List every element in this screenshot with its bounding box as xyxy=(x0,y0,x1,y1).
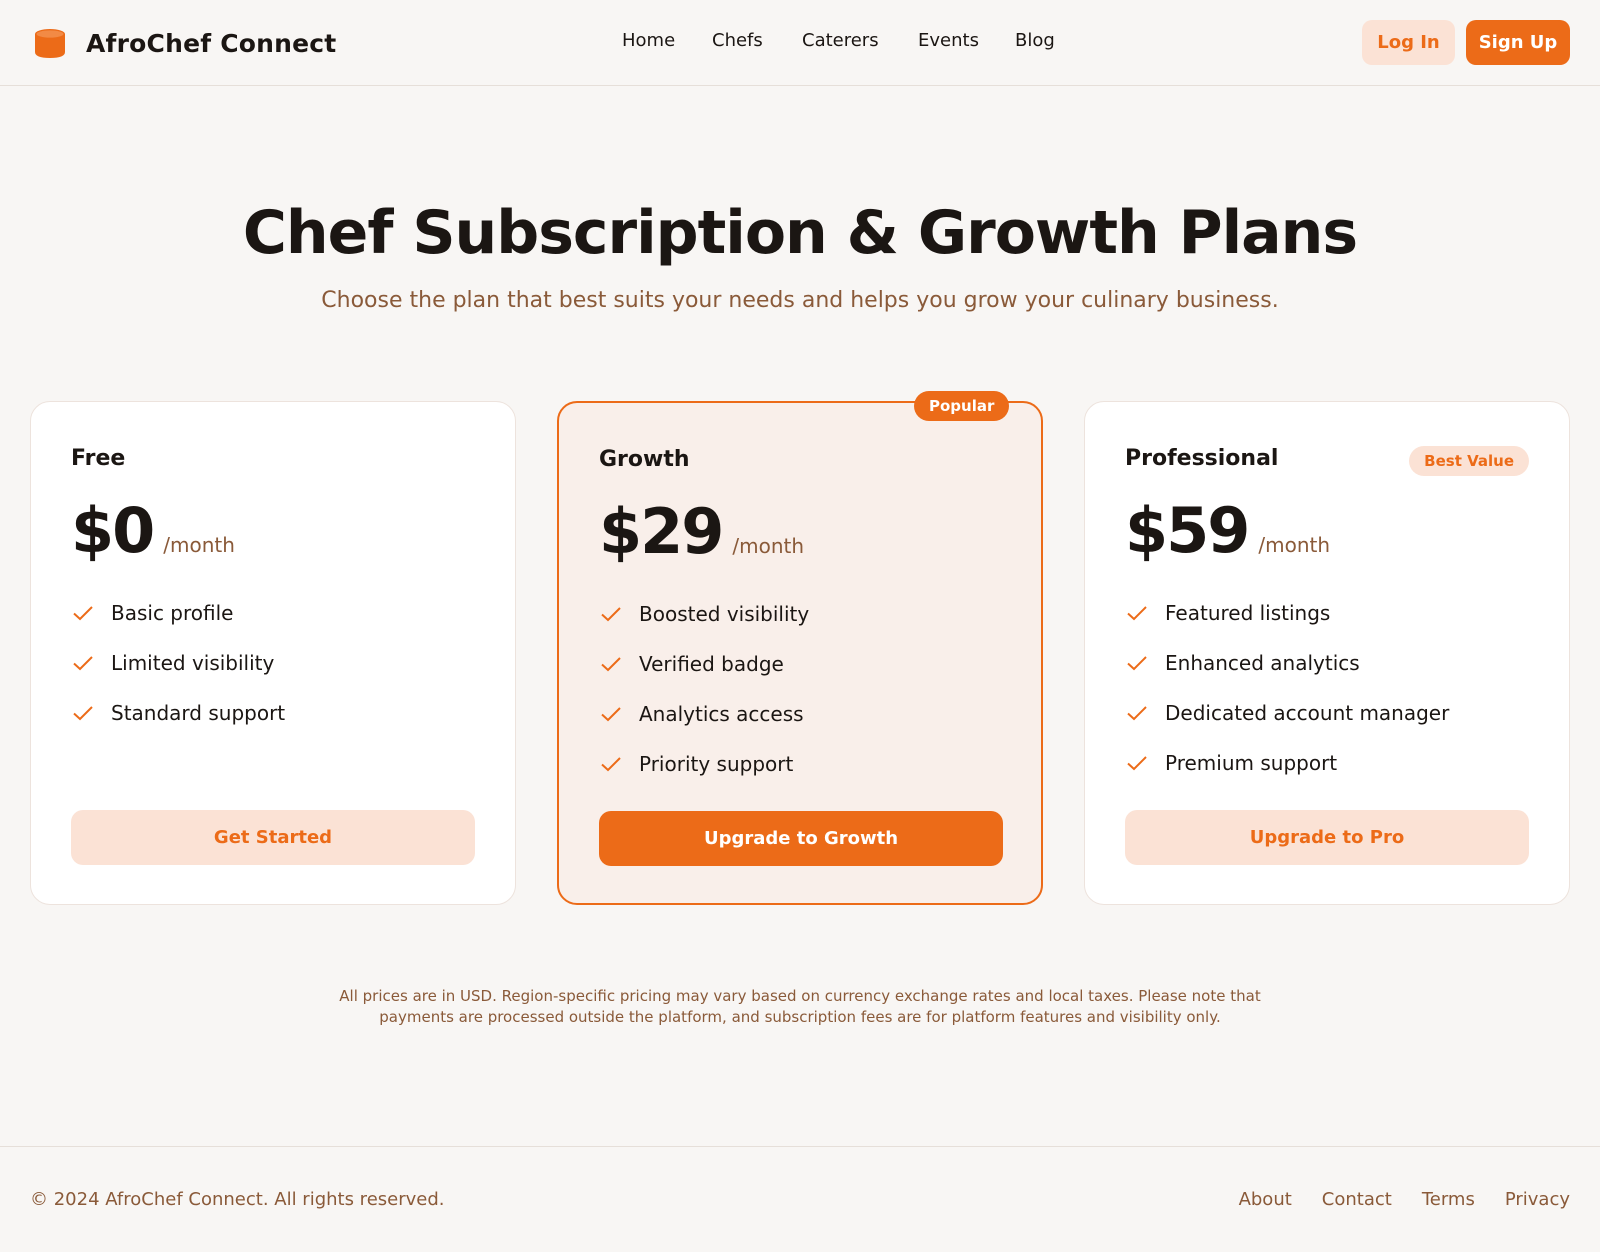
feature-item: Analytics access xyxy=(599,689,809,739)
check-icon xyxy=(1127,656,1147,671)
footer-link-contact[interactable]: Contact xyxy=(1322,1189,1392,1210)
copyright-text: © 2024 AfroChef Connect. All rights rese… xyxy=(30,1189,445,1210)
feature-label: Analytics access xyxy=(639,702,804,726)
feature-list: Featured listings Enhanced analytics Ded… xyxy=(1125,588,1449,788)
check-icon xyxy=(601,707,621,722)
plan-card-professional: Professional Best Value $59 /month Featu… xyxy=(1084,401,1570,905)
page-title: Chef Subscription & Growth Plans xyxy=(242,198,1358,268)
login-button[interactable]: Log In xyxy=(1362,20,1455,65)
check-icon xyxy=(73,656,93,671)
nav-home[interactable]: Home xyxy=(622,30,675,51)
plan-price: $59 xyxy=(1125,494,1250,567)
footer-link-about[interactable]: About xyxy=(1239,1189,1292,1210)
plan-period: /month xyxy=(163,533,235,557)
upgrade-pro-button[interactable]: Upgrade to Pro xyxy=(1125,810,1529,865)
best-value-badge: Best Value xyxy=(1409,446,1529,476)
check-icon xyxy=(601,607,621,622)
feature-item: Limited visibility xyxy=(71,638,285,688)
feature-item: Boosted visibility xyxy=(599,589,809,639)
feature-label: Enhanced analytics xyxy=(1165,651,1360,675)
feature-label: Boosted visibility xyxy=(639,602,810,626)
brand[interactable]: AfroChef Connect xyxy=(34,24,336,62)
nav-blog[interactable]: Blog xyxy=(1015,30,1055,51)
plan-card-growth: Popular Growth $29 /month Boosted visibi… xyxy=(557,391,1043,905)
feature-item: Standard support xyxy=(71,688,285,738)
feature-label: Dedicated account manager xyxy=(1165,701,1450,725)
footer-link-terms[interactable]: Terms xyxy=(1422,1189,1475,1210)
get-started-button[interactable]: Get Started xyxy=(71,810,475,865)
feature-item: Priority support xyxy=(599,739,809,789)
feature-item: Verified badge xyxy=(599,639,809,689)
check-icon xyxy=(1127,606,1147,621)
upgrade-growth-button[interactable]: Upgrade to Growth xyxy=(599,811,1003,866)
brand-name: AfroChef Connect xyxy=(86,28,337,58)
plan-period: /month xyxy=(1258,533,1331,557)
pricing-footnote: All prices are in USD. Region-specific p… xyxy=(339,987,1261,1026)
site-footer: © 2024 AfroChef Connect. All rights rese… xyxy=(0,1146,1600,1252)
feature-label: Priority support xyxy=(639,752,794,776)
plan-name: Growth xyxy=(599,447,690,472)
feature-label: Featured listings xyxy=(1165,601,1331,625)
feature-item: Enhanced analytics xyxy=(1125,638,1449,688)
cylinder-icon xyxy=(34,27,66,59)
feature-list: Boosted visibility Verified badge Analyt… xyxy=(599,589,809,789)
page-subtitle: Choose the plan that best suits your nee… xyxy=(321,288,1279,313)
nav-caterers[interactable]: Caterers xyxy=(802,30,879,51)
plan-name: Professional xyxy=(1125,446,1279,471)
plan-period: /month xyxy=(732,534,805,558)
feature-label: Premium support xyxy=(1165,751,1338,775)
feature-item: Dedicated account manager xyxy=(1125,688,1449,738)
feature-label: Limited visibility xyxy=(111,651,275,675)
feature-item: Basic profile xyxy=(71,588,285,638)
signup-button[interactable]: Sign Up xyxy=(1466,20,1570,65)
plan-price: $29 xyxy=(599,495,724,568)
footer-links: About Contact Terms Privacy xyxy=(1209,1189,1570,1210)
plan-name: Free xyxy=(71,446,126,471)
check-icon xyxy=(1127,756,1147,771)
check-icon xyxy=(73,606,93,621)
price-row: $59 /month xyxy=(1125,494,1330,567)
footer-link-privacy[interactable]: Privacy xyxy=(1505,1189,1570,1210)
price-row: $0 /month xyxy=(71,494,235,567)
feature-item: Featured listings xyxy=(1125,588,1449,638)
feature-label: Basic profile xyxy=(111,601,234,625)
check-icon xyxy=(601,757,621,772)
nav-events[interactable]: Events xyxy=(918,30,979,51)
site-header: AfroChef Connect Home Chefs Caterers Eve… xyxy=(0,0,1600,86)
popular-badge: Popular xyxy=(914,391,1010,421)
feature-label: Standard support xyxy=(111,701,286,725)
plan-card-free: Free $0 /month Basic profile Limited vis… xyxy=(30,401,516,905)
nav-chefs[interactable]: Chefs xyxy=(712,30,763,51)
plan-price: $0 xyxy=(71,494,155,567)
check-icon xyxy=(601,657,621,672)
check-icon xyxy=(1127,706,1147,721)
feature-label: Verified badge xyxy=(639,652,784,676)
price-row: $29 /month xyxy=(599,495,804,568)
feature-list: Basic profile Limited visibility Standar… xyxy=(71,588,285,738)
check-icon xyxy=(73,706,93,721)
feature-item: Premium support xyxy=(1125,738,1449,788)
